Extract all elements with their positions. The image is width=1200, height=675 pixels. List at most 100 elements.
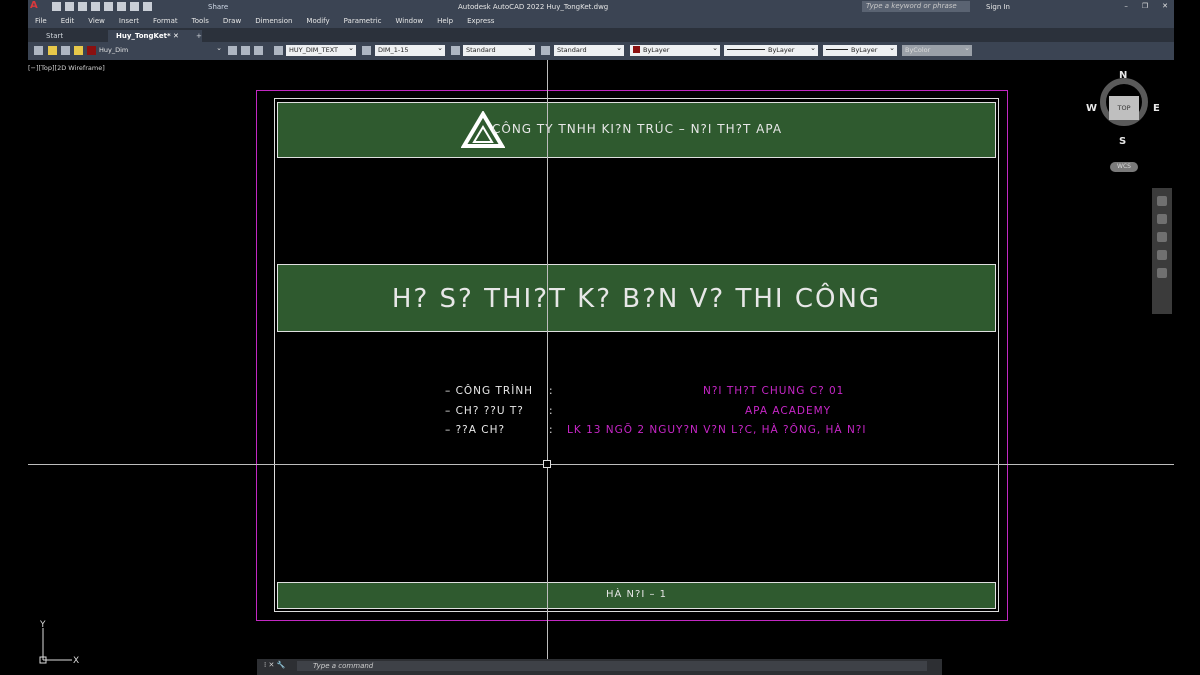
address-label: – ??A CH? bbox=[445, 424, 506, 436]
investor-label: – CH? ??U T? bbox=[445, 405, 524, 417]
showmotion-icon[interactable] bbox=[1157, 268, 1167, 278]
crosshair-vertical bbox=[547, 60, 548, 675]
lineweight-preview bbox=[826, 49, 848, 50]
share-button[interactable]: Share bbox=[208, 3, 228, 11]
compass-west[interactable]: W bbox=[1086, 103, 1097, 114]
ucs-x-label: X bbox=[73, 656, 79, 666]
plot-style-dropdown: ByColor bbox=[902, 43, 972, 56]
command-line: ⁞ ✕ 🔧 Type a command bbox=[257, 659, 942, 675]
sheet-inner-border bbox=[274, 98, 999, 612]
print-icon[interactable] bbox=[117, 2, 126, 11]
menu-file[interactable]: File bbox=[28, 14, 54, 28]
menu-window[interactable]: Window bbox=[389, 14, 431, 28]
layer-on-icon[interactable] bbox=[48, 46, 57, 55]
quick-access-toolbar bbox=[52, 2, 152, 11]
maximize-icon[interactable]: ❐ bbox=[1142, 2, 1148, 10]
menu-draw[interactable]: Draw bbox=[216, 14, 248, 28]
dim-style-icon[interactable] bbox=[362, 46, 371, 55]
pan-icon[interactable] bbox=[1157, 214, 1167, 224]
color-dropdown-label: ByLayer bbox=[643, 46, 670, 54]
menu-view[interactable]: View bbox=[81, 14, 112, 28]
new-icon[interactable] bbox=[52, 2, 61, 11]
redo-icon[interactable] bbox=[143, 2, 152, 11]
window-title: Autodesk AutoCAD 2022 Huy_TongKet.dwg bbox=[458, 3, 609, 11]
company-name: CÔNG TY TNHH KI?N TRÚC – N?I TH?T APA bbox=[492, 122, 783, 136]
menu-bar: File Edit View Insert Format Tools Draw … bbox=[28, 14, 1174, 28]
command-input[interactable]: Type a command bbox=[297, 661, 927, 671]
properties-toolbar: Huy_Dim HUY_DIM_TEXT DIM_1-15 Standard S… bbox=[28, 42, 1174, 60]
multileader-style-icon[interactable] bbox=[541, 46, 550, 55]
linetype-preview bbox=[727, 49, 765, 50]
close-tab-icon[interactable]: ✕ bbox=[173, 32, 179, 40]
web-icon[interactable] bbox=[104, 2, 113, 11]
open-icon[interactable] bbox=[65, 2, 74, 11]
save-icon[interactable] bbox=[78, 2, 87, 11]
sign-in-button[interactable]: Sign In bbox=[986, 3, 1010, 11]
dim-style-dropdown[interactable]: DIM_1-15 bbox=[375, 43, 445, 56]
menu-insert[interactable]: Insert bbox=[112, 14, 146, 28]
layer-freeze-icon[interactable] bbox=[61, 46, 70, 55]
multileader-style-dropdown[interactable]: Standard bbox=[554, 43, 624, 56]
close-icon[interactable]: ✕ bbox=[1162, 2, 1168, 10]
layer-tool-icon-2[interactable] bbox=[241, 46, 250, 55]
project-value: N?I TH?T CHUNG C? 01 bbox=[703, 385, 845, 397]
compass-east[interactable]: E bbox=[1153, 103, 1160, 114]
text-style-icon[interactable] bbox=[274, 46, 283, 55]
layer-lock-icon[interactable] bbox=[74, 46, 83, 55]
footer-band: HÀ N?I – 1 bbox=[277, 582, 996, 609]
viewport-controls[interactable]: [−][Top][2D Wireframe] bbox=[28, 64, 105, 72]
linetype-dropdown[interactable]: ByLayer bbox=[724, 43, 818, 56]
project-label: – CÔNG TRÌNH bbox=[445, 385, 534, 397]
project-separator: : bbox=[549, 385, 554, 397]
search-input[interactable]: Type a keyword or phrase bbox=[862, 1, 970, 12]
navigation-bar bbox=[1152, 188, 1172, 314]
menu-tools[interactable]: Tools bbox=[185, 14, 216, 28]
zoom-icon[interactable] bbox=[1157, 232, 1167, 242]
company-header-band: CÔNG TY TNHH KI?N TRÚC – N?I TH?T APA bbox=[277, 102, 996, 158]
tab-start[interactable]: Start bbox=[38, 30, 71, 42]
investor-separator: : bbox=[549, 405, 554, 417]
wcs-menu[interactable]: WCS bbox=[1110, 162, 1138, 172]
text-style-dropdown[interactable]: HUY_DIM_TEXT bbox=[286, 43, 356, 56]
table-style-dropdown[interactable]: Standard bbox=[463, 43, 535, 56]
compass-north[interactable]: N bbox=[1119, 70, 1127, 81]
menu-modify[interactable]: Modify bbox=[299, 14, 336, 28]
minimize-icon[interactable]: – bbox=[1124, 2, 1128, 10]
menu-help[interactable]: Help bbox=[430, 14, 460, 28]
color-swatch bbox=[633, 46, 640, 53]
layer-color-icon bbox=[87, 46, 96, 55]
ucs-y-label: Y bbox=[39, 620, 46, 630]
new-tab-button[interactable]: + bbox=[188, 30, 210, 42]
close-command-line-icon[interactable]: ⁞ ✕ 🔧 bbox=[264, 661, 285, 669]
autocad-logo-icon[interactable]: A bbox=[30, 0, 38, 11]
steering-wheel-icon[interactable] bbox=[1157, 196, 1167, 206]
menu-format[interactable]: Format bbox=[146, 14, 185, 28]
color-dropdown[interactable]: ByLayer bbox=[630, 43, 720, 56]
viewcube-top-face[interactable]: TOP bbox=[1109, 96, 1139, 120]
layer-properties-icon[interactable] bbox=[34, 46, 43, 55]
layer-tool-icon-3[interactable] bbox=[254, 46, 263, 55]
investor-value: APA ACADEMY bbox=[745, 405, 832, 417]
save-as-icon[interactable] bbox=[91, 2, 100, 11]
ucs-icon: Y X bbox=[39, 620, 79, 666]
orbit-icon[interactable] bbox=[1157, 250, 1167, 260]
table-style-icon[interactable] bbox=[451, 46, 460, 55]
drawing-title: H? S? THI?T K? B?N V? THI CÔNG bbox=[391, 284, 882, 314]
crosshair-horizontal bbox=[28, 464, 1174, 465]
footer-location: HÀ N?I – 1 bbox=[606, 589, 667, 600]
viewcube[interactable]: TOP N S E W bbox=[1086, 70, 1162, 150]
layer-dropdown[interactable]: Huy_Dim bbox=[96, 43, 224, 56]
undo-icon[interactable] bbox=[130, 2, 139, 11]
compass-south[interactable]: S bbox=[1119, 136, 1126, 147]
tab-drawing-label: Huy_TongKet* bbox=[116, 32, 171, 40]
lineweight-dropdown[interactable]: ByLayer bbox=[823, 43, 897, 56]
menu-express[interactable]: Express bbox=[460, 14, 501, 28]
menu-dimension[interactable]: Dimension bbox=[248, 14, 299, 28]
linetype-dropdown-label: ByLayer bbox=[768, 46, 795, 54]
layer-tool-icon-1[interactable] bbox=[228, 46, 237, 55]
address-separator: : bbox=[549, 424, 554, 436]
menu-edit[interactable]: Edit bbox=[54, 14, 82, 28]
menu-parametric[interactable]: Parametric bbox=[337, 14, 389, 28]
title-bar: A Share Autodesk AutoCAD 2022 Huy_TongKe… bbox=[28, 0, 1174, 14]
file-tab-bar: Start Huy_TongKet* ✕ + bbox=[28, 28, 1174, 42]
